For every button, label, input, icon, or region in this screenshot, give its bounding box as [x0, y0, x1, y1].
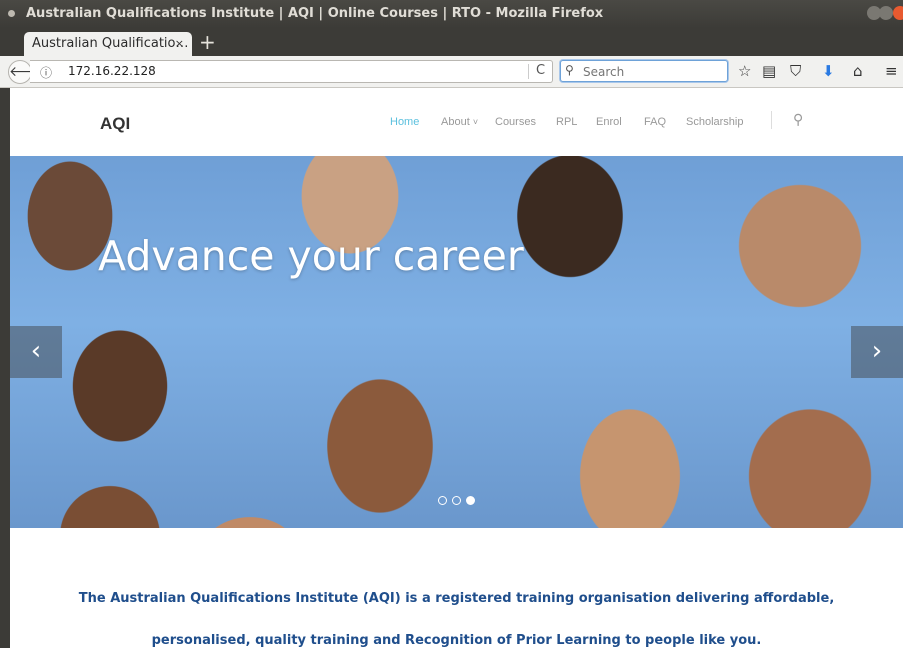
site-header: AQI Home About ˅ Courses RPL Enrol FAQ S…	[10, 88, 903, 156]
window-titlebar: Australian Qualifications Institute | AQ…	[0, 0, 903, 28]
intro-text: The Australian Qualifications Institute …	[10, 578, 903, 648]
intro-line-1: The Australian Qualifications Institute …	[78, 591, 835, 606]
home-icon[interactable]: ⌂	[853, 62, 863, 80]
menu-item-scholarship[interactable]: Scholarship	[686, 116, 743, 128]
reload-icon[interactable]: C	[536, 63, 545, 78]
download-icon[interactable]: ⬇	[822, 62, 835, 80]
window-dot-icon	[8, 10, 15, 17]
info-icon[interactable]: ⓘ	[40, 64, 52, 81]
url-bar[interactable]: ⓘ 172.16.22.128 C	[30, 60, 553, 83]
navigation-toolbar: 🡐 ⓘ 172.16.22.128 C ⚲ ☆ ▤ ⛉ ⬇ ⌂ ≡	[0, 56, 903, 88]
menu-divider	[771, 111, 772, 129]
slider-next-button[interactable]: ›	[851, 326, 903, 378]
new-tab-button[interactable]: +	[199, 32, 216, 52]
slider-dot-active[interactable]	[466, 496, 475, 505]
menu-item-courses[interactable]: Courses	[495, 116, 536, 128]
menu-item-enrol[interactable]: Enrol	[596, 116, 622, 128]
window-left-edge	[0, 88, 10, 648]
intro-line-2: personalised, quality training and Recog…	[151, 633, 762, 648]
browser-search-box[interactable]: ⚲	[560, 60, 728, 82]
site-search-icon[interactable]: ⚲	[793, 112, 803, 128]
window-title: Australian Qualifications Institute | AQ…	[26, 6, 604, 21]
menu-item-about[interactable]: About ˅	[441, 116, 478, 128]
chevron-down-icon: ˅	[472, 117, 479, 127]
tab-aqi[interactable]: Australian Qualificatio… ×	[24, 32, 192, 56]
tab-title: Australian Qualificatio…	[32, 36, 189, 51]
web-page: AQI Home About ˅ Courses RPL Enrol FAQ S…	[10, 88, 903, 648]
close-window-button[interactable]	[893, 6, 903, 20]
pocket-icon[interactable]: ⛉	[790, 62, 801, 80]
slider-prev-button[interactable]: ‹	[10, 326, 62, 378]
slider-dot[interactable]	[452, 496, 461, 505]
reader-icon[interactable]: ▤	[762, 62, 776, 80]
menu-item-faq[interactable]: FAQ	[644, 116, 666, 128]
url-text[interactable]: 172.16.22.128	[68, 64, 156, 78]
site-logo[interactable]: AQI	[100, 114, 130, 134]
url-divider	[528, 64, 529, 79]
menu-item-rpl[interactable]: RPL	[556, 116, 577, 128]
menu-item-home[interactable]: Home	[390, 116, 419, 128]
tab-close-icon[interactable]: ×	[175, 37, 184, 50]
tab-strip: Australian Qualificatio… × +	[0, 28, 903, 56]
menu-icon[interactable]: ≡	[885, 62, 898, 80]
window-controls	[863, 6, 903, 22]
search-icon: ⚲	[565, 63, 574, 77]
hero-title: Advance your career	[98, 232, 524, 280]
menu-item-about-label: About	[441, 116, 470, 128]
back-button[interactable]: 🡐	[8, 60, 47, 84]
hero-slider: Advance your career ‹ ›	[10, 156, 903, 528]
star-icon[interactable]: ☆	[738, 62, 751, 80]
slider-dot[interactable]	[438, 496, 447, 505]
maximize-button[interactable]	[879, 6, 893, 20]
browser-search-input[interactable]	[581, 62, 725, 81]
